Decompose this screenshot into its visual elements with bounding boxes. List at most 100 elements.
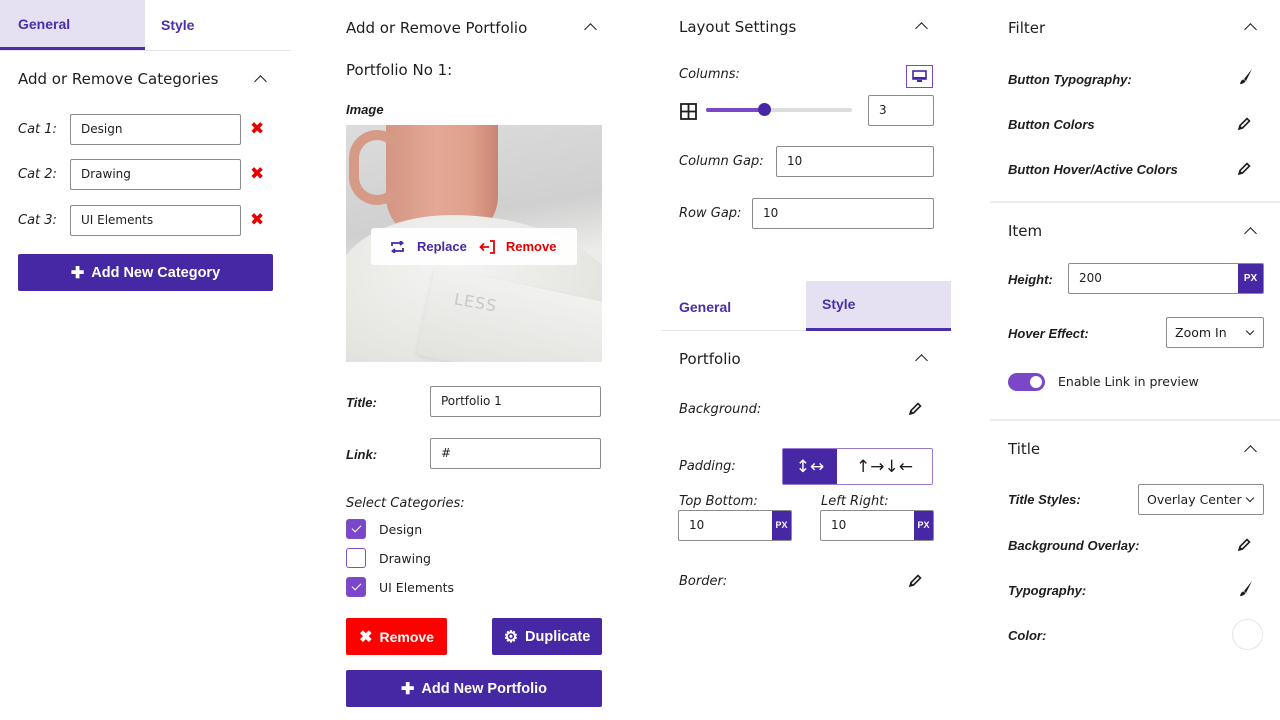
unit-px[interactable]: PX bbox=[772, 511, 791, 540]
enable-link-label: Enable Link in preview bbox=[1058, 374, 1199, 389]
remove-image-icon bbox=[479, 239, 495, 254]
title-section-title: Title bbox=[1008, 440, 1041, 458]
checkbox-checked[interactable] bbox=[346, 577, 366, 597]
tab-style[interactable]: Style bbox=[806, 281, 951, 331]
chevron-up-icon[interactable] bbox=[915, 22, 928, 35]
height-value: 200 bbox=[1079, 271, 1102, 285]
category-check-design[interactable]: Design bbox=[346, 519, 422, 539]
chevron-up-icon[interactable] bbox=[584, 23, 597, 36]
slider-thumb[interactable] bbox=[758, 103, 772, 116]
height-input[interactable]: 200 PX bbox=[1068, 263, 1264, 294]
section-title: Add or Remove Portfolio bbox=[346, 19, 528, 37]
cat-1-input[interactable]: Design bbox=[70, 114, 241, 145]
pencil-icon[interactable] bbox=[1236, 537, 1252, 553]
category-check-ui-elements[interactable]: UI Elements bbox=[346, 577, 454, 597]
color-label: Color: bbox=[1008, 628, 1047, 643]
image-label: Image bbox=[346, 102, 384, 117]
tab-style[interactable]: Style bbox=[145, 0, 290, 50]
hover-effect-select[interactable]: Zoom In bbox=[1166, 317, 1264, 348]
delete-cat-2-icon[interactable]: ✖ bbox=[250, 166, 264, 183]
chevron-up-icon[interactable] bbox=[915, 354, 928, 367]
slider-fill bbox=[706, 108, 765, 112]
add-portfolio-button[interactable]: ✚ Add New Portfolio bbox=[346, 670, 602, 707]
chevron-down-icon bbox=[1245, 493, 1255, 503]
layout-style-panel: Layout Settings Columns: 3 Column Gap: 1… bbox=[661, 0, 951, 720]
background-overlay-label: Background Overlay: bbox=[1008, 538, 1140, 553]
replace-image-button[interactable]: Replace bbox=[390, 239, 467, 254]
unit-px[interactable]: PX bbox=[1238, 264, 1263, 293]
top-bottom-value: 10 bbox=[689, 518, 705, 532]
toggle-knob bbox=[1030, 376, 1042, 388]
unit-px[interactable]: PX bbox=[914, 511, 933, 540]
check-label: Drawing bbox=[379, 550, 431, 566]
x-icon: ✖ bbox=[359, 628, 373, 646]
button-colors-label: Button Colors bbox=[1008, 117, 1095, 132]
item-title: Item bbox=[1008, 222, 1043, 240]
pencil-icon[interactable] bbox=[907, 573, 923, 589]
padding-mode-toggle: ↕↔ ↑→↓← bbox=[782, 448, 933, 485]
row-gap-input[interactable]: 10 bbox=[752, 198, 934, 229]
check-label: UI Elements bbox=[379, 579, 455, 595]
divider bbox=[990, 419, 1280, 421]
delete-cat-1-icon[interactable]: ✖ bbox=[250, 121, 264, 138]
tab-general[interactable]: General bbox=[661, 281, 806, 331]
brush-icon[interactable] bbox=[1237, 68, 1253, 86]
desktop-icon bbox=[912, 70, 927, 82]
button-typography-label: Button Typography: bbox=[1008, 72, 1132, 87]
title-input[interactable]: Portfolio 1 bbox=[430, 386, 601, 417]
tab-general[interactable]: General bbox=[0, 0, 145, 50]
columns-slider[interactable] bbox=[706, 103, 852, 116]
duplicate-button[interactable]: ⚙ Duplicate bbox=[492, 618, 602, 655]
button-hover-label: Button Hover/Active Colors bbox=[1008, 162, 1178, 177]
enable-link-toggle[interactable] bbox=[1008, 373, 1045, 391]
title-styles-select[interactable]: Overlay Center bbox=[1138, 484, 1264, 515]
brush-icon[interactable] bbox=[1237, 580, 1253, 598]
chevron-up-icon[interactable] bbox=[1244, 23, 1257, 36]
duplicate-label: Duplicate bbox=[525, 628, 591, 645]
chevron-up-icon[interactable] bbox=[254, 75, 267, 88]
remove-portfolio-button[interactable]: ✖ Remove bbox=[346, 618, 447, 655]
cat-2-input[interactable]: Drawing bbox=[70, 159, 241, 190]
plus-icon: ✚ bbox=[70, 264, 85, 282]
add-category-label: Add New Category bbox=[91, 264, 221, 281]
columns-label: Columns: bbox=[679, 67, 740, 82]
left-right-input[interactable]: 10 PX bbox=[820, 510, 934, 541]
add-portfolio-label: Add New Portfolio bbox=[421, 680, 548, 697]
add-category-button[interactable]: ✚ Add New Category bbox=[18, 254, 273, 291]
remove-portfolio-label: Remove bbox=[379, 628, 434, 645]
cat-3-label: Cat 3: bbox=[18, 213, 57, 228]
row-gap-label: Row Gap: bbox=[679, 206, 742, 221]
tabs: General Style bbox=[0, 0, 291, 51]
typography-label: Typography: bbox=[1008, 583, 1087, 598]
delete-cat-3-icon[interactable]: ✖ bbox=[250, 212, 264, 229]
link-input[interactable]: # bbox=[430, 438, 601, 469]
column-gap-input[interactable]: 10 bbox=[776, 146, 934, 177]
categories-panel: General Style Add or Remove Categories C… bbox=[0, 0, 291, 720]
divider bbox=[990, 201, 1280, 203]
check-label: Design bbox=[379, 521, 423, 537]
plus-icon: ✚ bbox=[400, 680, 415, 698]
color-picker-swatch[interactable] bbox=[1232, 619, 1263, 650]
title-styles-label: Title Styles: bbox=[1008, 492, 1081, 507]
checkbox-checked[interactable] bbox=[346, 519, 366, 539]
cat-3-input[interactable]: UI Elements bbox=[70, 205, 241, 236]
device-desktop-button[interactable] bbox=[906, 65, 933, 88]
pencil-icon[interactable] bbox=[1236, 161, 1252, 177]
tabs: General Style bbox=[661, 281, 951, 331]
padding-mode-linked[interactable]: ↕↔ bbox=[783, 449, 837, 484]
columns-input[interactable]: 3 bbox=[868, 95, 934, 126]
portfolio-panel: Add or Remove Portfolio Portfolio No 1: … bbox=[346, 0, 602, 720]
remove-image-button[interactable]: Remove bbox=[479, 239, 556, 254]
pencil-icon[interactable] bbox=[1236, 116, 1252, 132]
replace-icon bbox=[391, 240, 404, 253]
padding-mode-individual[interactable]: ↑→↓← bbox=[837, 449, 932, 484]
category-check-drawing[interactable]: Drawing bbox=[346, 548, 431, 568]
pencil-icon[interactable] bbox=[907, 401, 923, 417]
replace-label: Replace bbox=[417, 239, 467, 254]
top-bottom-input[interactable]: 10 PX bbox=[678, 510, 792, 541]
section-title: Add or Remove Categories bbox=[18, 70, 219, 88]
link-label: Link: bbox=[346, 447, 378, 462]
checkbox-unchecked[interactable] bbox=[346, 548, 366, 568]
chevron-up-icon[interactable] bbox=[1244, 445, 1257, 458]
chevron-up-icon[interactable] bbox=[1244, 227, 1257, 240]
